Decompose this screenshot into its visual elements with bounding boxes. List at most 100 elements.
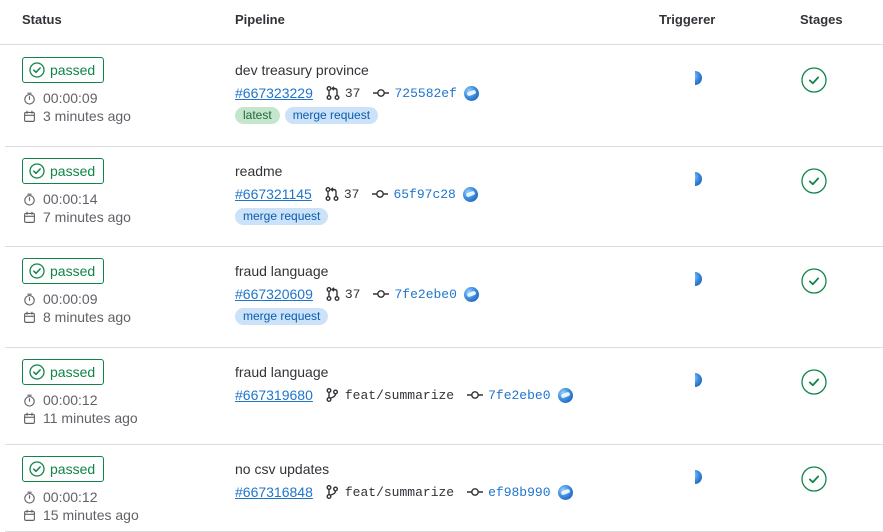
status-passed-icon (29, 263, 50, 279)
commit-sha-link[interactable]: 725582ef (394, 86, 456, 101)
status-passed-icon (29, 461, 50, 477)
duration: 00:00:09 (23, 90, 98, 106)
pipeline-ref-line: #667321145 37 65f97c28 (235, 184, 478, 204)
calendar-icon (23, 509, 43, 522)
commit-icon (466, 486, 484, 498)
pipeline-ref-line: #667320609 37 7fe2ebe0 (235, 284, 479, 304)
tag-merge-request: merge request (235, 208, 329, 225)
triggerer-avatar[interactable] (695, 272, 703, 286)
timer-icon (23, 92, 43, 105)
duration: 00:00:14 (23, 191, 98, 207)
timer-icon (23, 394, 43, 407)
finished-at: 3 minutes ago (23, 108, 131, 124)
calendar-icon (23, 311, 43, 324)
pipeline-row: passed 00:00:09 3 minutes ago dev treasu… (5, 45, 883, 147)
duration-value: 00:00:12 (43, 392, 98, 408)
status-label: passed (50, 461, 96, 477)
pipeline-id-link[interactable]: #667316848 (235, 484, 313, 500)
triggerer-avatar[interactable] (695, 71, 703, 85)
pipeline-id-link[interactable]: #667323229 (235, 85, 313, 101)
pipeline-ref-line: #667319680 feat/summarize 7fe2ebe0 (235, 385, 573, 405)
commit-sha-link[interactable]: 65f97c28 (393, 187, 455, 202)
timer-icon (23, 193, 43, 206)
duration-value: 00:00:09 (43, 291, 98, 307)
tag-latest: latest (235, 107, 280, 124)
tag-merge-request: merge request (284, 107, 379, 124)
pipeline-title[interactable]: dev treasury province (235, 62, 369, 78)
header-status: Status (22, 12, 62, 27)
header-pipeline: Pipeline (235, 12, 285, 27)
duration: 00:00:12 (23, 489, 98, 505)
commit-author-avatar[interactable] (463, 286, 479, 302)
branch-icon (325, 387, 339, 403)
stage-passed-icon[interactable] (801, 369, 827, 395)
commit-icon (466, 389, 484, 401)
commit-sha-link[interactable]: 7fe2ebe0 (488, 388, 550, 403)
status-badge[interactable]: passed (22, 57, 105, 83)
merge-request-ref[interactable]: 37 (345, 287, 361, 302)
pipeline-row: passed 00:00:14 7 minutes ago readme #66… (5, 146, 883, 247)
calendar-icon (23, 211, 43, 224)
pipeline-title[interactable]: readme (235, 163, 282, 179)
commit-sha-link[interactable]: 7fe2ebe0 (394, 287, 456, 302)
pipeline-title[interactable]: no csv updates (235, 461, 329, 477)
pipeline-ref-line: #667316848 feat/summarize ef98b990 (235, 482, 573, 502)
status-badge[interactable]: passed (22, 158, 105, 184)
status-label: passed (50, 163, 96, 179)
merge-request-ref[interactable]: 37 (345, 86, 361, 101)
avatar-image (695, 470, 702, 484)
pipeline-id-link[interactable]: #667321145 (235, 186, 312, 202)
duration-value: 00:00:14 (43, 191, 98, 207)
pipeline-title[interactable]: fraud language (235, 364, 328, 380)
triggerer-avatar[interactable] (695, 470, 703, 484)
commit-icon (372, 87, 390, 99)
status-badge[interactable]: passed (22, 456, 105, 482)
finished-value: 15 minutes ago (43, 507, 139, 523)
commit-author-avatar[interactable] (462, 186, 478, 202)
stage-passed-icon[interactable] (801, 466, 827, 492)
commit-author-avatar[interactable] (557, 387, 573, 403)
finished-at: 15 minutes ago (23, 507, 139, 523)
status-passed-icon (29, 163, 50, 179)
status-badge[interactable]: passed (22, 258, 105, 284)
triggerer-avatar[interactable] (695, 172, 703, 186)
triggerer-avatar[interactable] (695, 373, 703, 387)
pipeline-title[interactable]: fraud language (235, 263, 328, 279)
finished-at: 8 minutes ago (23, 309, 131, 325)
branch-icon (325, 484, 339, 500)
branch-ref[interactable]: feat/summarize (345, 388, 454, 403)
pipeline-id-link[interactable]: #667320609 (235, 286, 313, 302)
pipeline-row: passed 00:00:12 15 minutes ago no csv up… (5, 444, 883, 532)
finished-value: 8 minutes ago (43, 309, 131, 325)
pipeline-id-link[interactable]: #667319680 (235, 387, 313, 403)
stage-passed-icon[interactable] (801, 168, 827, 194)
duration-value: 00:00:09 (43, 90, 98, 106)
commit-author-avatar[interactable] (557, 484, 573, 500)
commit-icon (372, 288, 390, 300)
commit-author-avatar[interactable] (463, 85, 479, 101)
status-badge[interactable]: passed (22, 359, 105, 385)
merge-request-ref[interactable]: 37 (344, 187, 360, 202)
calendar-icon (23, 412, 43, 425)
pipeline-ref-line: #667323229 37 725582ef (235, 83, 479, 103)
pipeline-tags: latest merge request (235, 107, 379, 124)
avatar-image (695, 172, 702, 186)
pipeline-row: passed 00:00:09 8 minutes ago fraud lang… (5, 246, 883, 348)
merge-request-icon (325, 286, 341, 302)
finished-value: 3 minutes ago (43, 108, 131, 124)
calendar-icon (23, 110, 43, 123)
finished-value: 11 minutes ago (43, 410, 138, 426)
commit-sha-link[interactable]: ef98b990 (488, 485, 550, 500)
stage-passed-icon[interactable] (801, 67, 827, 93)
pipeline-row: passed 00:00:12 11 minutes ago fraud lan… (5, 347, 883, 445)
stage-passed-icon[interactable] (801, 268, 827, 294)
status-passed-icon (29, 62, 50, 78)
timer-icon (23, 491, 43, 504)
avatar-image (695, 71, 702, 85)
status-label: passed (50, 364, 96, 380)
merge-request-icon (325, 85, 341, 101)
commit-icon (371, 188, 389, 200)
pipeline-tags: merge request (235, 308, 329, 325)
duration-value: 00:00:12 (43, 489, 98, 505)
branch-ref[interactable]: feat/summarize (345, 485, 454, 500)
